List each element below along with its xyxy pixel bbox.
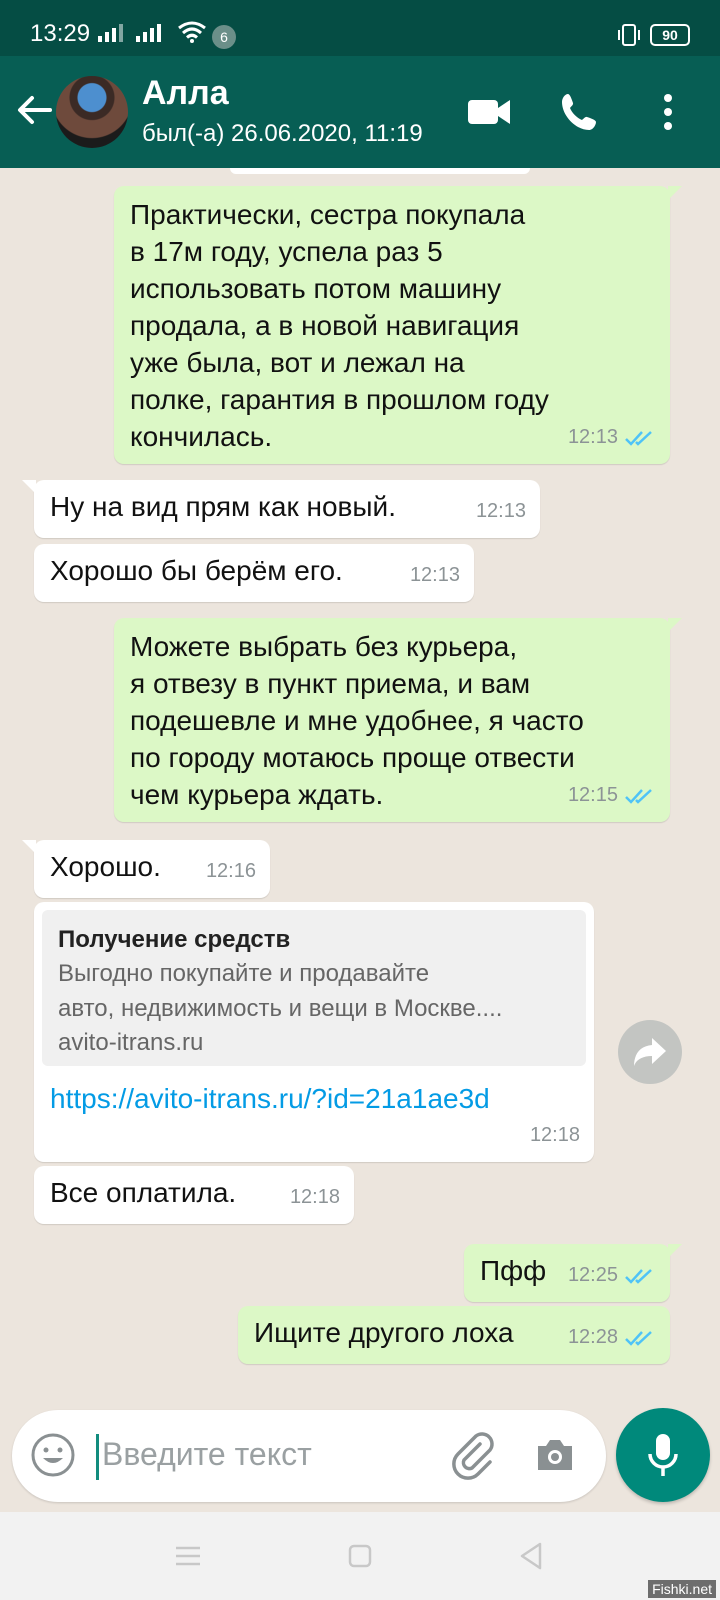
battery-indicator: 90 — [650, 24, 690, 46]
message-meta: 12:18 — [530, 1117, 580, 1154]
link-preview-card[interactable]: Получение средств Выгодно покупайте и пр… — [42, 910, 586, 1066]
link-message-bubble[interactable]: Получение средств Выгодно покупайте и пр… — [34, 902, 594, 1162]
link-preview-title: Получение средств — [58, 926, 291, 953]
home-icon[interactable] — [342, 1538, 378, 1574]
message-meta: 12:25 — [568, 1257, 656, 1294]
back-nav-icon[interactable] — [514, 1538, 550, 1574]
message-text: Можете выбрать без курьера, я отвезу в п… — [130, 631, 584, 810]
emoji-icon[interactable] — [30, 1432, 76, 1478]
message-time: 12:13 — [567, 426, 618, 448]
message-text: Практически, сестра покупала в 17м году,… — [130, 199, 549, 452]
status-bar: 13:29 6 90 — [0, 0, 720, 56]
avatar[interactable] — [56, 76, 128, 148]
message-bubble-incoming[interactable]: Все оплатила. 12:18 — [34, 1166, 354, 1224]
message-text: Пфф — [480, 1255, 547, 1286]
status-time: 13:29 — [30, 20, 91, 47]
double-check-icon — [625, 1268, 652, 1284]
message-bubble-partial — [230, 168, 530, 174]
watermark: Fishki.net — [648, 1580, 716, 1598]
message-bubble-incoming[interactable]: Хорошо. 12:16 — [22, 840, 270, 898]
phone-icon[interactable] — [556, 88, 604, 136]
message-time: 12:18 — [529, 1124, 580, 1146]
message-time: 12:16 — [205, 860, 256, 882]
last-seen-status[interactable]: был(-а) 26.06.2020, 11:19 — [142, 120, 423, 148]
more-vert-icon[interactable] — [644, 88, 692, 136]
wifi-icon — [178, 21, 206, 43]
forward-button[interactable] — [618, 1020, 682, 1084]
message-time: 12:15 — [567, 784, 618, 806]
vibrate-icon — [618, 24, 640, 46]
message-meta: 12:28 — [568, 1319, 656, 1356]
signal-icon — [98, 24, 123, 42]
message-bubble-outgoing[interactable]: Практически, сестра покупала в 17м году,… — [114, 186, 682, 464]
message-bubble-outgoing[interactable]: Можете выбрать без курьера, я отвезу в п… — [114, 618, 682, 822]
message-meta: 12:18 — [290, 1179, 340, 1216]
message-link[interactable]: https://avito-itrans.ru/?id=21a1ae3d — [50, 1080, 490, 1117]
message-time: 12:25 — [567, 1264, 618, 1286]
message-meta: 12:16 — [206, 853, 256, 890]
message-meta: 12:13 — [476, 493, 526, 530]
double-check-icon — [625, 430, 652, 446]
text-cursor — [96, 1434, 99, 1480]
message-bubble-outgoing[interactable]: Пфф 12:25 — [464, 1244, 682, 1302]
recent-apps-icon[interactable] — [170, 1538, 206, 1574]
message-bubble-outgoing[interactable]: Ищите другого лоха 12:28 — [238, 1306, 670, 1364]
attach-icon[interactable] — [448, 1430, 498, 1480]
message-text: Хорошо. — [50, 851, 161, 882]
double-check-icon — [625, 1330, 652, 1346]
message-input[interactable]: Введите текст — [102, 1436, 312, 1473]
message-text: Ну на вид прям как новый. — [50, 491, 396, 522]
message-bubble-incoming[interactable]: Ну на вид прям как новый. 12:13 — [22, 480, 540, 538]
message-text: Хорошо бы берём его. — [50, 555, 343, 586]
message-time: 12:28 — [567, 1326, 618, 1348]
message-meta: 12:13 — [410, 557, 460, 594]
message-text: Все оплатила. — [50, 1177, 237, 1208]
link-preview-description: Выгодно покупайте и продавайте авто, нед… — [58, 960, 503, 1022]
message-meta: 12:15 — [568, 777, 656, 814]
message-composer[interactable]: Введите текст — [12, 1410, 606, 1502]
mic-icon — [648, 1434, 678, 1476]
back-arrow-icon[interactable] — [14, 90, 54, 130]
message-time: 12:13 — [475, 500, 526, 522]
message-time: 12:18 — [289, 1186, 340, 1208]
contact-name[interactable]: Алла — [142, 74, 229, 113]
message-bubble-incoming[interactable]: Хорошо бы берём его. 12:13 — [34, 544, 474, 602]
signal-icon — [136, 24, 161, 42]
voice-record-button[interactable] — [616, 1408, 710, 1502]
chat-area[interactable]: Практически, сестра покупала в 17м году,… — [0, 168, 720, 1392]
forward-icon — [634, 1038, 666, 1066]
notification-count-badge: 6 — [212, 25, 236, 49]
message-time: 12:13 — [409, 564, 460, 586]
link-preview-domain: avito-itrans.ru — [58, 1029, 204, 1056]
system-navigation-bar: Fishki.net — [0, 1512, 720, 1600]
video-call-icon[interactable] — [466, 88, 514, 136]
camera-icon[interactable] — [532, 1432, 578, 1478]
double-check-icon — [625, 788, 652, 804]
message-meta: 12:13 — [568, 419, 656, 456]
message-text: Ищите другого лоха — [254, 1317, 514, 1348]
chat-header: Алла был(-а) 26.06.2020, 11:19 — [0, 56, 720, 168]
